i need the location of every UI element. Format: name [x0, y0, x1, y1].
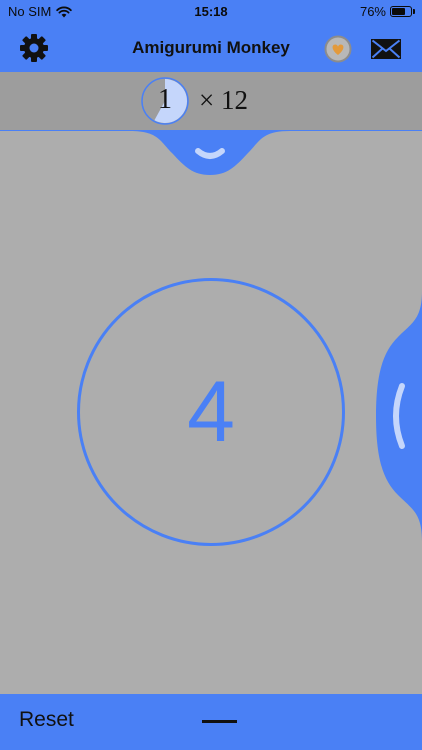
battery-fill — [392, 8, 405, 15]
counter-area: 4 — [0, 131, 422, 694]
stitch-count-bar: 1 × 12 — [0, 72, 422, 131]
battery-percent: 76% — [359, 4, 386, 19]
battery-icon — [390, 6, 415, 17]
mail-icon — [371, 39, 401, 59]
row-counter-button[interactable]: 4 — [77, 278, 345, 546]
pull-left-tab[interactable] — [376, 291, 422, 541]
favorite-button[interactable] — [324, 35, 352, 63]
page-title: Amigurumi Monkey — [132, 38, 290, 57]
status-right: 76% — [359, 4, 415, 19]
bottom-toolbar: Reset — [0, 694, 422, 750]
pull-down-tab[interactable] — [130, 131, 290, 177]
stitch-multiplier: × 12 — [199, 85, 248, 115]
reset-button[interactable]: Reset — [19, 708, 74, 732]
status-time: 15:18 — [194, 4, 228, 19]
minus-icon — [202, 720, 237, 723]
status-bar: No SIM 15:18 76% — [0, 0, 422, 24]
row-counter-value: 4 — [187, 364, 235, 460]
stitch-count-value: 1 — [158, 84, 172, 115]
mail-button[interactable] — [370, 37, 402, 61]
decrement-button[interactable] — [200, 708, 238, 734]
heart-badge-icon — [324, 35, 352, 63]
nav-bar: Amigurumi Monkey — [0, 24, 422, 72]
